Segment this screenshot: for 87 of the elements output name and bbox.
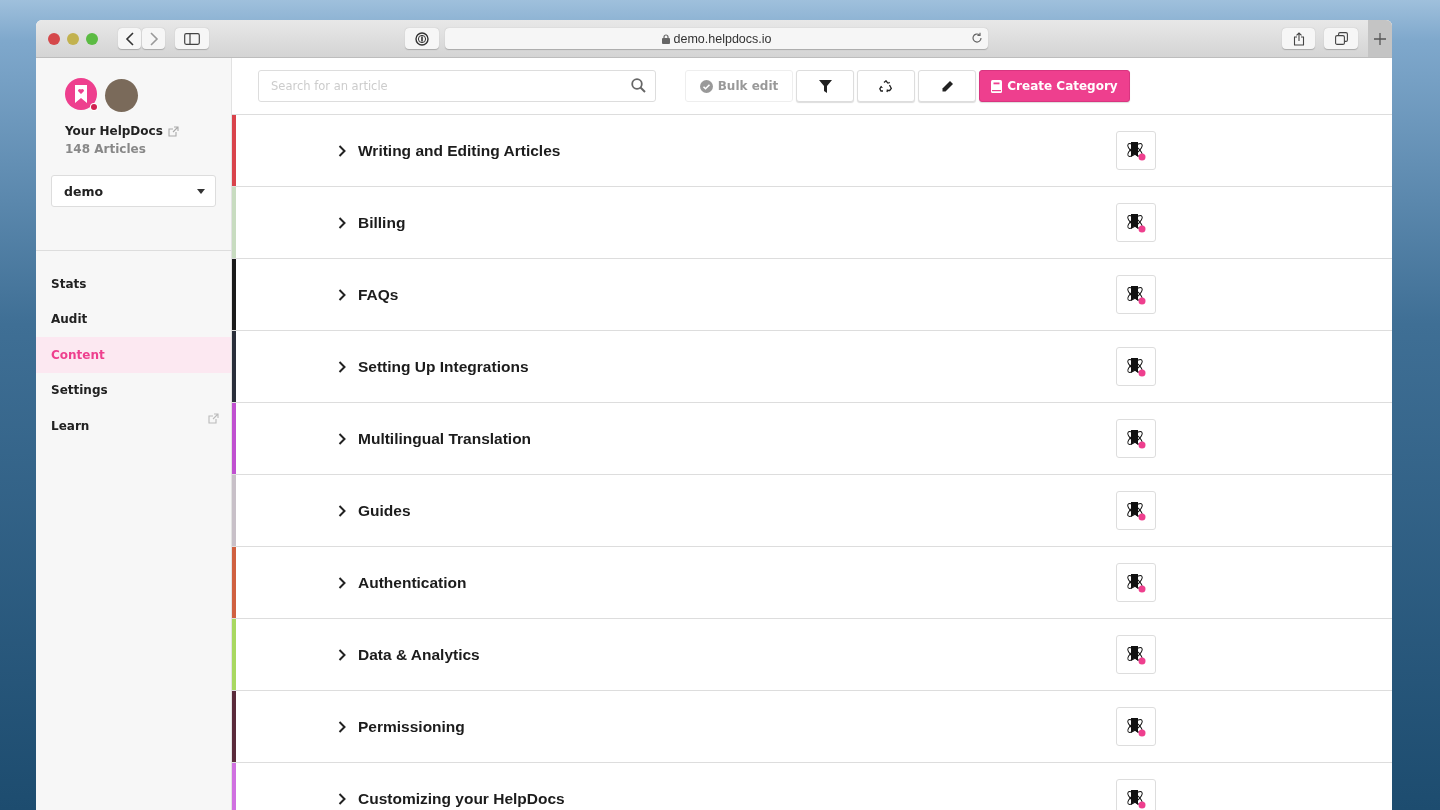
category-icon-button[interactable] bbox=[1116, 635, 1156, 674]
category-title[interactable]: Guides bbox=[358, 501, 1116, 520]
nav-item[interactable]: Settings bbox=[36, 372, 231, 408]
nav-item[interactable]: Stats bbox=[36, 266, 231, 302]
sidebar-toggle-button[interactable] bbox=[175, 28, 209, 49]
chevron-right-icon[interactable] bbox=[338, 648, 346, 661]
category-icon-button[interactable] bbox=[1116, 707, 1156, 746]
category-icon-button[interactable] bbox=[1116, 563, 1156, 602]
article-count: 148 Articles bbox=[64, 142, 147, 156]
back-button[interactable] bbox=[118, 28, 141, 49]
chevron-right-icon[interactable] bbox=[338, 360, 346, 373]
chevron-right-icon[interactable] bbox=[338, 288, 346, 301]
bookmark-atom-icon bbox=[1125, 355, 1147, 378]
url-text: demo.helpdocs.io bbox=[661, 31, 772, 46]
bookmark-atom-icon bbox=[1125, 139, 1147, 162]
category-row[interactable]: Billing bbox=[232, 187, 1392, 259]
plus-icon bbox=[1374, 32, 1387, 45]
chevron-right-icon[interactable] bbox=[338, 504, 346, 517]
category-icon-button[interactable] bbox=[1116, 347, 1156, 386]
close-button[interactable] bbox=[48, 32, 60, 45]
category-row[interactable]: Data & Analytics bbox=[232, 619, 1392, 691]
keyhole-icon bbox=[414, 31, 429, 46]
bookmark-atom-icon bbox=[1125, 787, 1147, 810]
category-row[interactable]: Writing and Editing Articles bbox=[232, 115, 1392, 187]
category-icon-button[interactable] bbox=[1116, 491, 1156, 530]
chevron-right-icon[interactable] bbox=[338, 432, 346, 445]
category-title[interactable]: Authentication bbox=[358, 573, 1116, 592]
chevron-right-icon[interactable] bbox=[338, 720, 346, 733]
avatar[interactable] bbox=[105, 78, 138, 112]
category-title[interactable]: FAQs bbox=[358, 285, 1116, 304]
bookmark-atom-icon bbox=[1125, 283, 1147, 306]
category-row[interactable]: Guides bbox=[232, 475, 1392, 547]
share-button[interactable] bbox=[1281, 28, 1316, 49]
category-title[interactable]: Writing and Editing Articles bbox=[358, 141, 1116, 160]
category-title[interactable]: Data & Analytics bbox=[358, 645, 1116, 664]
category-row[interactable]: Multilingual Translation bbox=[232, 403, 1392, 475]
check-circle-icon bbox=[699, 79, 713, 93]
nav-item[interactable]: Audit bbox=[36, 301, 231, 337]
search-icon bbox=[631, 78, 646, 93]
chevron-right-icon[interactable] bbox=[338, 792, 346, 805]
category-icon-button[interactable] bbox=[1116, 131, 1156, 170]
bookmark-atom-icon bbox=[1125, 715, 1147, 738]
book-icon bbox=[991, 79, 1003, 93]
category-icon-button[interactable] bbox=[1116, 779, 1156, 810]
category-title[interactable]: Multilingual Translation bbox=[358, 429, 1116, 448]
address-bar[interactable]: demo.helpdocs.io bbox=[444, 28, 989, 49]
create-category-button[interactable]: Create Category bbox=[979, 70, 1130, 102]
category-icon-button[interactable] bbox=[1116, 275, 1156, 314]
tabs-button[interactable] bbox=[1324, 28, 1359, 49]
tabs-icon bbox=[1334, 32, 1348, 45]
category-row[interactable]: Setting Up Integrations bbox=[232, 331, 1392, 403]
category-icon-button[interactable] bbox=[1116, 203, 1156, 242]
chevron-left-icon bbox=[124, 31, 135, 46]
bookmark-atom-icon bbox=[1125, 211, 1147, 234]
bookmark-atom-icon bbox=[1125, 571, 1147, 594]
bookmark-atom-icon bbox=[1125, 643, 1147, 666]
site-name[interactable]: Your HelpDocs bbox=[65, 124, 163, 138]
chevron-right-icon[interactable] bbox=[338, 576, 346, 589]
project-select[interactable]: demo bbox=[51, 175, 216, 207]
category-title[interactable]: Permissioning bbox=[358, 717, 1116, 736]
caret-icon bbox=[197, 188, 205, 194]
share-icon bbox=[1292, 31, 1305, 46]
bookmark-atom-icon bbox=[1125, 499, 1147, 522]
password-manager-button[interactable] bbox=[405, 28, 439, 49]
category-title[interactable]: Billing bbox=[358, 213, 1116, 232]
category-row[interactable]: FAQs bbox=[232, 259, 1392, 331]
category-title[interactable]: Setting Up Integrations bbox=[358, 357, 1116, 376]
category-row[interactable]: Permissioning bbox=[232, 691, 1392, 763]
nav-item[interactable]: Learn bbox=[36, 408, 231, 444]
chevron-right-icon bbox=[148, 31, 159, 46]
reload-icon[interactable] bbox=[971, 32, 984, 44]
filter-button[interactable] bbox=[796, 70, 854, 102]
lock-icon bbox=[661, 33, 670, 44]
chevron-right-icon[interactable] bbox=[338, 216, 346, 229]
filter-icon bbox=[818, 79, 832, 93]
new-tab-button[interactable] bbox=[1368, 20, 1392, 57]
chevron-right-icon[interactable] bbox=[338, 144, 346, 157]
category-row[interactable]: Customizing your HelpDocs bbox=[232, 763, 1392, 810]
recycle-icon bbox=[879, 79, 893, 93]
edit-button[interactable] bbox=[918, 70, 976, 102]
sidebar-icon bbox=[183, 32, 200, 45]
logo-icon bbox=[65, 78, 99, 112]
pencil-icon bbox=[940, 79, 954, 93]
category-icon-button[interactable] bbox=[1116, 419, 1156, 458]
category-title[interactable]: Customizing your HelpDocs bbox=[358, 789, 1116, 808]
bookmark-atom-icon bbox=[1125, 427, 1147, 450]
category-row[interactable]: Authentication bbox=[232, 547, 1392, 619]
